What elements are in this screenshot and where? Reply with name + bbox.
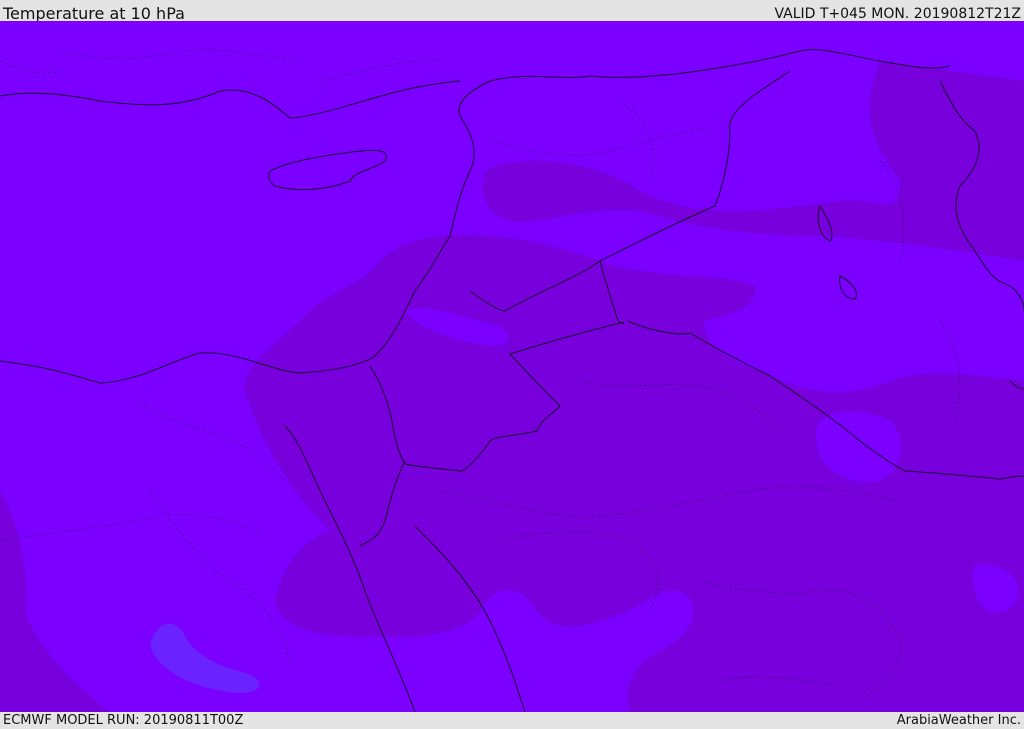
model-run-label: ECMWF MODEL RUN: 20190811T00Z [3,713,244,728]
header-bar: Temperature at 10 hPa VALID T+045 MON. 2… [0,0,1024,23]
footer-bar: ECMWF MODEL RUN: 20190811T00Z ArabiaWeat… [0,712,1024,729]
credit-label: ArabiaWeather Inc. [896,713,1021,728]
map-canvas[interactable] [0,21,1024,712]
map-svg [0,21,1024,712]
